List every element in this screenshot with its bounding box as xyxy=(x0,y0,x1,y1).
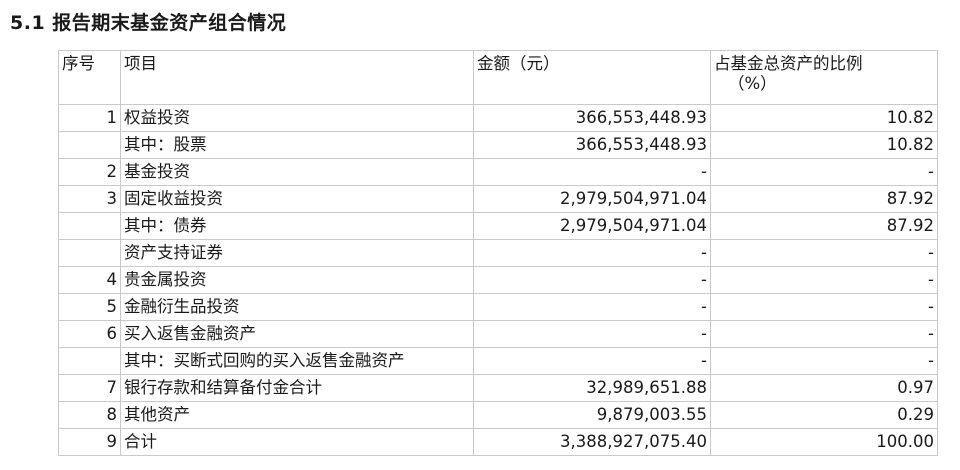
table-row: 2 基金投资 - - xyxy=(58,158,938,186)
row-amount: 3,388,927,075.40 xyxy=(473,428,711,456)
row-amount: - xyxy=(473,320,711,348)
row-item: 其他资产 xyxy=(120,401,474,429)
table-row: 资产支持证券 - - xyxy=(58,239,938,267)
row-amount: 366,553,448.93 xyxy=(473,131,711,159)
row-item: 其中：买断式回购的买入返售金融资产 xyxy=(120,347,474,375)
row-item: 其中：股票 xyxy=(120,131,474,159)
row-ratio: - xyxy=(710,239,938,267)
table-row: 其中：债券 2,979,504,971.04 87.92 xyxy=(58,212,938,240)
row-seq: 2 xyxy=(58,158,121,186)
row-item: 资产支持证券 xyxy=(120,239,474,267)
table-row: 5 金融衍生品投资 - - xyxy=(58,293,938,321)
asset-portfolio-table: 序号 项目 金额（元） 占基金总资产的比例 （%） 1 权益投资 366,553,4… xyxy=(58,50,938,456)
row-ratio: 10.82 xyxy=(710,104,938,132)
row-amount: 32,989,651.88 xyxy=(473,374,711,402)
row-ratio: 87.92 xyxy=(710,212,938,240)
row-ratio: 0.29 xyxy=(710,401,938,429)
row-ratio: 87.92 xyxy=(710,185,938,213)
row-item: 权益投资 xyxy=(120,104,474,132)
row-ratio: - xyxy=(710,320,938,348)
row-amount: 2,979,504,971.04 xyxy=(473,185,711,213)
table-row: 其中：买断式回购的买入返售金融资产 - - xyxy=(58,347,938,375)
row-ratio: 10.82 xyxy=(710,131,938,159)
row-amount: - xyxy=(473,158,711,186)
table-row: 9 合计 3,388,927,075.40 100.00 xyxy=(58,428,938,456)
header-ratio-line2: （%） xyxy=(728,74,777,93)
row-item: 买入返售金融资产 xyxy=(120,320,474,348)
row-seq: 7 xyxy=(58,374,121,402)
row-item: 合计 xyxy=(120,428,474,456)
header-seq: 序号 xyxy=(58,50,121,105)
row-ratio: 0.97 xyxy=(710,374,938,402)
row-amount: 366,553,448.93 xyxy=(473,104,711,132)
header-amount: 金额（元） xyxy=(473,50,711,105)
row-seq xyxy=(58,347,121,375)
table-row: 4 贵金属投资 - - xyxy=(58,266,938,294)
row-item: 其中：债券 xyxy=(120,212,474,240)
row-amount: - xyxy=(473,347,711,375)
row-item: 基金投资 xyxy=(120,158,474,186)
row-seq: 8 xyxy=(58,401,121,429)
row-item: 金融衍生品投资 xyxy=(120,293,474,321)
row-amount: - xyxy=(473,293,711,321)
table-row: 3 固定收益投资 2,979,504,971.04 87.92 xyxy=(58,185,938,213)
row-seq: 3 xyxy=(58,185,121,213)
row-amount: 2,979,504,971.04 xyxy=(473,212,711,240)
table-header-row: 序号 项目 金额（元） 占基金总资产的比例 （%） xyxy=(58,50,938,105)
table-row: 7 银行存款和结算备付金合计 32,989,651.88 0.97 xyxy=(58,374,938,402)
row-ratio: - xyxy=(710,158,938,186)
row-seq xyxy=(58,131,121,159)
row-seq: 1 xyxy=(58,104,121,132)
table-row: 1 权益投资 366,553,448.93 10.82 xyxy=(58,104,938,132)
header-ratio: 占基金总资产的比例 （%） xyxy=(710,50,938,105)
table-row: 8 其他资产 9,879,003.55 0.29 xyxy=(58,401,938,429)
row-ratio: - xyxy=(710,266,938,294)
row-item: 固定收益投资 xyxy=(120,185,474,213)
row-seq: 4 xyxy=(58,266,121,294)
row-amount: - xyxy=(473,266,711,294)
row-amount: 9,879,003.55 xyxy=(473,401,711,429)
row-ratio: - xyxy=(710,293,938,321)
header-ratio-line1: 占基金总资产的比例 xyxy=(714,54,863,73)
row-amount: - xyxy=(473,239,711,267)
row-ratio: 100.00 xyxy=(710,428,938,456)
row-seq xyxy=(58,239,121,267)
row-item: 银行存款和结算备付金合计 xyxy=(120,374,474,402)
row-ratio: - xyxy=(710,347,938,375)
row-seq: 9 xyxy=(58,428,121,456)
row-seq xyxy=(58,212,121,240)
table-row: 其中：股票 366,553,448.93 10.82 xyxy=(58,131,938,159)
row-seq: 6 xyxy=(58,320,121,348)
table-row: 6 买入返售金融资产 - - xyxy=(58,320,938,348)
row-seq: 5 xyxy=(58,293,121,321)
section-title: 5.1 报告期末基金资产组合情况 xyxy=(10,12,287,34)
header-item: 项目 xyxy=(120,50,474,105)
row-item: 贵金属投资 xyxy=(120,266,474,294)
